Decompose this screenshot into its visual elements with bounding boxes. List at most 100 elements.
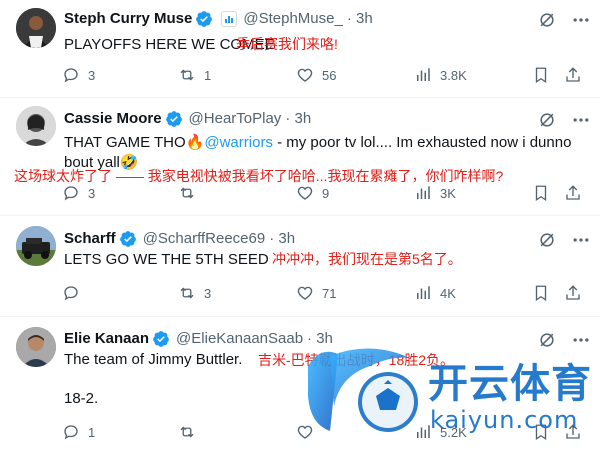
share-button[interactable] [564, 423, 590, 441]
reply-button[interactable]: 1 [62, 423, 95, 441]
tweet-3[interactable]: Scharff @ScharffReece69 · 3h LETS GO WE … [0, 216, 600, 317]
view-count: 3K [440, 185, 456, 201]
retweet-button[interactable]: 3 [178, 284, 211, 302]
tweet-top-actions [536, 9, 592, 31]
tweet-header: Elie Kanaan @ElieKanaanSaab · 3h [64, 329, 333, 349]
author-handle[interactable]: @ScharffReece69 [143, 229, 266, 249]
tweet-1[interactable]: Steph Curry Muse @StephMuse_ · 3h PLAYOF… [0, 0, 600, 98]
reply-count: 1 [88, 424, 96, 440]
more-options-icon[interactable] [570, 109, 592, 131]
share-button[interactable] [564, 184, 590, 202]
views-icon [417, 68, 430, 81]
like-button[interactable]: 71 [296, 284, 336, 302]
author-name[interactable]: Cassie Moore [64, 109, 162, 129]
view-count: 5.2K [440, 424, 467, 440]
share-button[interactable] [564, 66, 590, 84]
reply-button[interactable]: 3 [62, 66, 95, 84]
verified-badge-icon [165, 111, 182, 127]
timestamp[interactable]: · 3h [307, 329, 333, 349]
reply-icon [64, 286, 78, 301]
affiliate-badge-icon [221, 11, 238, 27]
views-icon [417, 286, 430, 299]
bookmark-icon [535, 185, 547, 202]
grok-icon[interactable] [536, 9, 558, 31]
like-button[interactable] [296, 423, 322, 441]
retweet-count: 1 [204, 67, 212, 83]
verified-badge-icon [119, 231, 136, 247]
view-count: 3.8K [440, 67, 467, 83]
timestamp[interactable]: · 3h [347, 9, 373, 29]
timestamp[interactable]: · 3h [285, 109, 311, 129]
tweet-body: LETS GO WE THE 5TH SEED [64, 251, 269, 268]
bookmark-button[interactable] [532, 66, 558, 84]
action-bar: 1 5.2K [56, 423, 600, 443]
translation-text: 吉米-巴特勒出战时，18胜2负。 [258, 352, 455, 368]
author-handle[interactable]: @StephMuse_ [243, 9, 342, 29]
view-count: 4K [440, 285, 456, 301]
tweet-top-actions [536, 329, 592, 351]
translation-text: 冲冲冲，我们现在是第5名了。 [272, 251, 462, 267]
tweet-4[interactable]: Elie Kanaan @ElieKanaanSaab · 3h The tea… [0, 317, 600, 454]
reply-button[interactable]: 3 [62, 184, 95, 202]
bookmark-button[interactable] [532, 423, 558, 441]
tweet-header: Cassie Moore @HearToPlay · 3h [64, 109, 311, 129]
grok-icon[interactable] [536, 229, 558, 251]
avatar[interactable] [16, 226, 56, 266]
share-icon [566, 424, 580, 439]
views-button[interactable]: 3.8K [414, 66, 467, 84]
reply-icon [64, 186, 78, 201]
retweet-count: 3 [204, 285, 212, 301]
author-name[interactable]: Scharff [64, 229, 116, 249]
verified-badge-icon [153, 331, 169, 347]
more-options-icon[interactable] [570, 329, 592, 351]
like-button[interactable]: 9 [296, 184, 329, 202]
avatar[interactable] [16, 8, 56, 48]
share-button[interactable] [564, 284, 590, 302]
heart-icon [297, 186, 313, 200]
tweet-top-actions [536, 109, 592, 131]
author-name[interactable]: Steph Curry Muse [64, 9, 192, 29]
retweet-button[interactable]: 1 [178, 66, 211, 84]
views-button[interactable]: 3K [414, 184, 456, 202]
avatar[interactable] [16, 327, 56, 367]
retweet-button[interactable] [178, 423, 204, 441]
views-button[interactable]: 5.2K [414, 423, 467, 441]
verified-badge-icon [196, 11, 213, 27]
tweet-top-actions [536, 229, 592, 251]
more-options-icon[interactable] [570, 9, 592, 31]
reply-icon [64, 68, 78, 83]
more-options-icon[interactable] [570, 229, 592, 251]
bookmark-button[interactable] [532, 184, 558, 202]
reply-icon [64, 425, 78, 440]
avatar[interactable] [16, 106, 56, 146]
tweet-body: The team of Jimmy Buttler. [64, 351, 243, 368]
retweet-icon [180, 187, 194, 199]
views-icon [417, 425, 430, 438]
tweet-2[interactable]: Cassie Moore @HearToPlay · 3h THAT GAME … [0, 98, 600, 216]
bookmark-icon [535, 424, 547, 441]
reply-button[interactable] [62, 284, 88, 302]
bookmark-button[interactable] [532, 284, 558, 302]
share-icon [566, 285, 580, 300]
retweet-icon [180, 287, 194, 299]
views-icon [417, 186, 430, 199]
author-handle[interactable]: @ElieKanaanSaab [176, 329, 303, 349]
views-button[interactable]: 4K [414, 284, 456, 302]
grok-icon[interactable] [536, 109, 558, 131]
mention-link[interactable]: @warriors [204, 134, 273, 151]
fire-emoji: 🔥 [185, 134, 205, 151]
timestamp[interactable]: · 3h [269, 229, 295, 249]
bookmark-icon [535, 67, 547, 84]
reply-count: 3 [88, 185, 96, 201]
action-bar: 3 71 4K [56, 284, 600, 304]
heart-icon [297, 286, 313, 300]
like-count: 71 [322, 285, 337, 301]
like-button[interactable]: 56 [296, 66, 336, 84]
author-handle[interactable]: @HearToPlay [189, 109, 282, 129]
retweet-icon [180, 426, 194, 438]
author-name[interactable]: Elie Kanaan [64, 329, 149, 349]
like-count: 56 [322, 67, 337, 83]
retweet-button[interactable] [178, 184, 204, 202]
grok-icon[interactable] [536, 329, 558, 351]
heart-icon [297, 68, 313, 82]
